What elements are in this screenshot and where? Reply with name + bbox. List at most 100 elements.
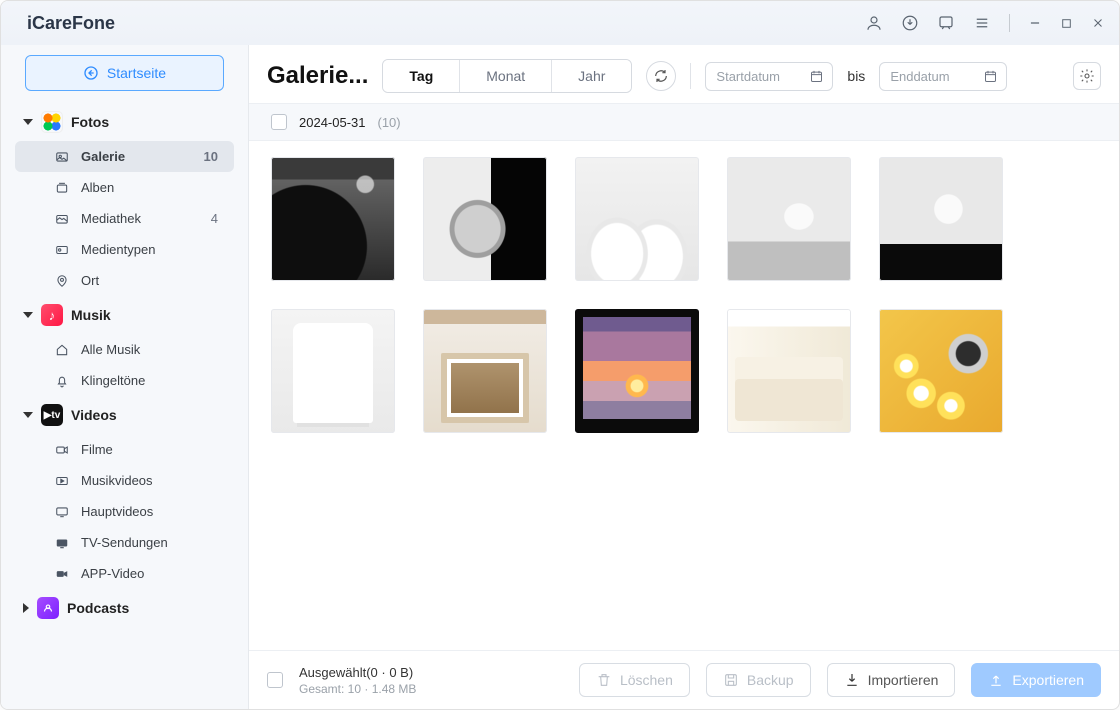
location-icon: [53, 274, 71, 288]
close-icon[interactable]: [1091, 16, 1105, 30]
sidebar-item-klingeltoene[interactable]: Klingeltöne: [15, 365, 234, 396]
sidebar-item-mediathek[interactable]: Mediathek 4: [15, 203, 234, 234]
titlebar-separator: [1009, 14, 1010, 32]
sidebar-item-galerie[interactable]: Galerie 10: [15, 141, 234, 172]
photo-thumbnail[interactable]: [423, 309, 547, 433]
page-title: Galerie...: [267, 62, 368, 90]
nav-label: APP-Video: [81, 566, 144, 581]
calendar-icon: [983, 69, 998, 84]
podcast-app-icon: [37, 597, 59, 619]
group-date: 2024-05-31: [299, 115, 366, 130]
section-musik[interactable]: ♪ Musik: [11, 296, 238, 334]
chevron-down-icon: [23, 312, 33, 318]
section-fotos[interactable]: Fotos: [11, 103, 238, 141]
import-button[interactable]: Importieren: [827, 663, 956, 697]
nav-label: Klingeltöne: [81, 373, 145, 388]
home-label: Startseite: [107, 65, 166, 81]
minimize-icon[interactable]: [1028, 16, 1042, 30]
selected-label: Ausgewählt(0 · 0 B): [299, 665, 416, 680]
refresh-button[interactable]: [646, 61, 676, 91]
footer-meta: Ausgewählt(0 · 0 B) Gesamt: 10 · 1.48 MB: [299, 665, 416, 696]
home-button[interactable]: Startseite: [25, 55, 224, 91]
nav-label: Musikvideos: [81, 473, 153, 488]
photo-thumbnail[interactable]: [271, 309, 395, 433]
photo-thumbnail[interactable]: [423, 157, 547, 281]
trash-icon: [596, 672, 612, 688]
sidebar-item-alben[interactable]: Alben: [15, 172, 234, 203]
photo-thumbnail[interactable]: [727, 157, 851, 281]
footer: Ausgewählt(0 · 0 B) Gesamt: 10 · 1.48 MB…: [249, 650, 1119, 709]
sidebar-item-musikvideos[interactable]: Musikvideos: [15, 465, 234, 496]
export-icon: [988, 672, 1004, 688]
sidebar-item-tv-sendungen[interactable]: TV-Sendungen: [15, 527, 234, 558]
chevron-down-icon: [23, 119, 33, 125]
photo-thumbnail[interactable]: [575, 157, 699, 281]
mediatypes-icon: [53, 243, 71, 257]
sidebar-item-ort[interactable]: Ort: [15, 265, 234, 296]
segment-monat[interactable]: Monat: [459, 60, 551, 92]
chevron-down-icon: [23, 412, 33, 418]
sidebar-item-hauptvideos[interactable]: Hauptvideos: [15, 496, 234, 527]
home-icon: [53, 343, 71, 357]
account-icon[interactable]: [865, 14, 883, 32]
section-videos[interactable]: ▶tv Videos: [11, 396, 238, 434]
separator: [690, 63, 691, 89]
camcorder-icon: [53, 567, 71, 581]
section-podcasts[interactable]: Podcasts: [11, 589, 238, 627]
select-all-checkbox[interactable]: [271, 114, 287, 130]
toolbar: Galerie... Tag Monat Jahr Startdatum bis…: [249, 45, 1119, 104]
section-podcasts-label: Podcasts: [67, 600, 129, 616]
sidebar-item-alle-musik[interactable]: Alle Musik: [15, 334, 234, 365]
nav-label: TV-Sendungen: [81, 535, 168, 550]
segment-jahr[interactable]: Jahr: [551, 60, 631, 92]
sidebar-item-medientypen[interactable]: Medientypen: [15, 234, 234, 265]
export-button[interactable]: Exportieren: [971, 663, 1101, 697]
end-placeholder: Enddatum: [890, 69, 949, 84]
download-icon[interactable]: [901, 14, 919, 32]
nav-label: Medientypen: [81, 242, 155, 257]
refresh-icon: [653, 68, 669, 84]
group-header: 2024-05-31 (10): [249, 104, 1119, 141]
start-date-input[interactable]: Startdatum: [705, 62, 833, 91]
section-fotos-label: Fotos: [71, 114, 109, 130]
sidebar-item-filme[interactable]: Filme: [15, 434, 234, 465]
photo-thumbnail[interactable]: [575, 309, 699, 433]
body: Startseite Fotos Galerie 10 Alben Mediat…: [1, 45, 1119, 709]
photo-thumbnail[interactable]: [271, 157, 395, 281]
sidebar-item-app-video[interactable]: APP-Video: [15, 558, 234, 589]
group-count: (10): [378, 115, 401, 130]
delete-button[interactable]: Löschen: [579, 663, 690, 697]
albums-icon: [53, 181, 71, 195]
sidebar: Startseite Fotos Galerie 10 Alben Mediat…: [1, 45, 249, 709]
feedback-icon[interactable]: [937, 14, 955, 32]
range-label: bis: [847, 68, 865, 84]
save-icon: [723, 672, 739, 688]
import-icon: [844, 672, 860, 688]
section-videos-label: Videos: [71, 407, 117, 423]
settings-button[interactable]: [1073, 62, 1101, 90]
view-segment: Tag Monat Jahr: [382, 59, 632, 93]
tv-app-icon: ▶tv: [41, 404, 63, 426]
nav-count: 4: [211, 211, 222, 226]
maximize-icon[interactable]: [1060, 17, 1073, 30]
library-icon: [53, 212, 71, 226]
menu-icon[interactable]: [973, 14, 991, 32]
footer-select-checkbox[interactable]: [267, 672, 283, 688]
gallery-icon: [53, 150, 71, 164]
photo-thumbnail[interactable]: [879, 309, 1003, 433]
photo-thumbnail[interactable]: [879, 157, 1003, 281]
tv-icon: [53, 536, 71, 550]
segment-tag[interactable]: Tag: [383, 60, 459, 92]
nav-label: Mediathek: [81, 211, 141, 226]
chevron-right-icon: [23, 603, 29, 613]
backup-button[interactable]: Backup: [706, 663, 811, 697]
export-label: Exportieren: [1012, 672, 1084, 688]
end-date-input[interactable]: Enddatum: [879, 62, 1007, 91]
nav-count: 10: [204, 149, 222, 164]
calendar-icon: [809, 69, 824, 84]
musicvideo-icon: [53, 474, 71, 488]
photo-thumbnail[interactable]: [727, 309, 851, 433]
home-arrow-icon: [83, 65, 99, 81]
start-placeholder: Startdatum: [716, 69, 780, 84]
app-name: iCareFone: [27, 13, 115, 34]
